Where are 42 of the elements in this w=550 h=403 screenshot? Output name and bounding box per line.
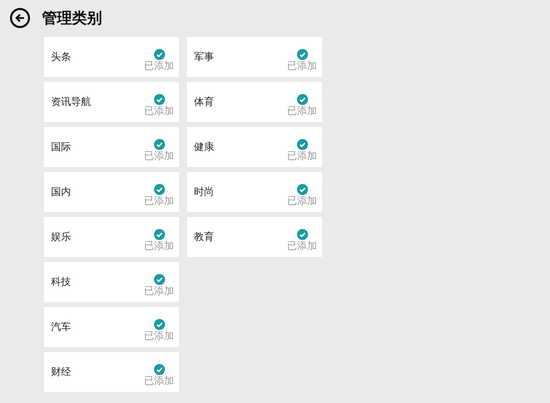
category-name: 体育 (194, 96, 214, 109)
status-label: 已添加 (144, 196, 174, 206)
page-title: 管理类别 (42, 8, 102, 28)
category-name: 健康 (194, 140, 214, 154)
category-tile[interactable]: 时尚 已添加 (187, 172, 322, 212)
category-name: 时尚 (194, 186, 214, 199)
category-tile[interactable]: 国内 已添加 (44, 172, 179, 212)
status-label: 已添加 (287, 150, 317, 162)
status-label: 已添加 (144, 286, 174, 296)
status-label: 已添加 (144, 376, 174, 386)
category-name: 资讯导航 (51, 96, 91, 109)
status-label: 已添加 (144, 106, 174, 116)
category-tile[interactable]: 娱乐 已添加 (44, 217, 179, 257)
status-label: 已添加 (144, 60, 174, 72)
back-button[interactable] (10, 8, 30, 28)
status-label: 已添加 (287, 240, 317, 252)
category-tile[interactable]: 教育 已添加 (187, 217, 322, 257)
category-tile[interactable]: 国际 已添加 (44, 127, 179, 167)
category-name: 教育 (194, 230, 214, 244)
category-tile[interactable]: 资讯导航 已添加 (44, 82, 179, 122)
category-name: 国际 (51, 141, 71, 154)
category-name: 军事 (194, 50, 214, 64)
category-tile[interactable]: 健康 已添加 (187, 127, 322, 167)
back-arrow-icon (14, 12, 26, 24)
category-name: 科技 (51, 276, 71, 289)
category-tile[interactable]: 军事 已添加 (187, 37, 322, 77)
status-label: 已添加 (144, 240, 174, 252)
status-label: 已添加 (287, 196, 317, 206)
category-tile[interactable]: 财经 已添加 (44, 352, 179, 392)
category-tile[interactable]: 头条 已添加 (44, 37, 179, 77)
category-tile[interactable]: 科技 已添加 (44, 262, 179, 302)
category-tile[interactable]: 体育 已添加 (187, 82, 322, 122)
category-name: 头条 (51, 50, 71, 64)
category-name: 财经 (51, 366, 71, 379)
category-name: 娱乐 (51, 230, 71, 244)
status-label: 已添加 (287, 106, 317, 116)
category-name: 国内 (51, 186, 71, 199)
status-label: 已添加 (144, 150, 174, 162)
status-label: 已添加 (144, 330, 174, 342)
status-label: 已添加 (287, 60, 317, 72)
category-tile[interactable]: 汽车 已添加 (44, 307, 179, 347)
category-name: 汽车 (51, 320, 71, 334)
